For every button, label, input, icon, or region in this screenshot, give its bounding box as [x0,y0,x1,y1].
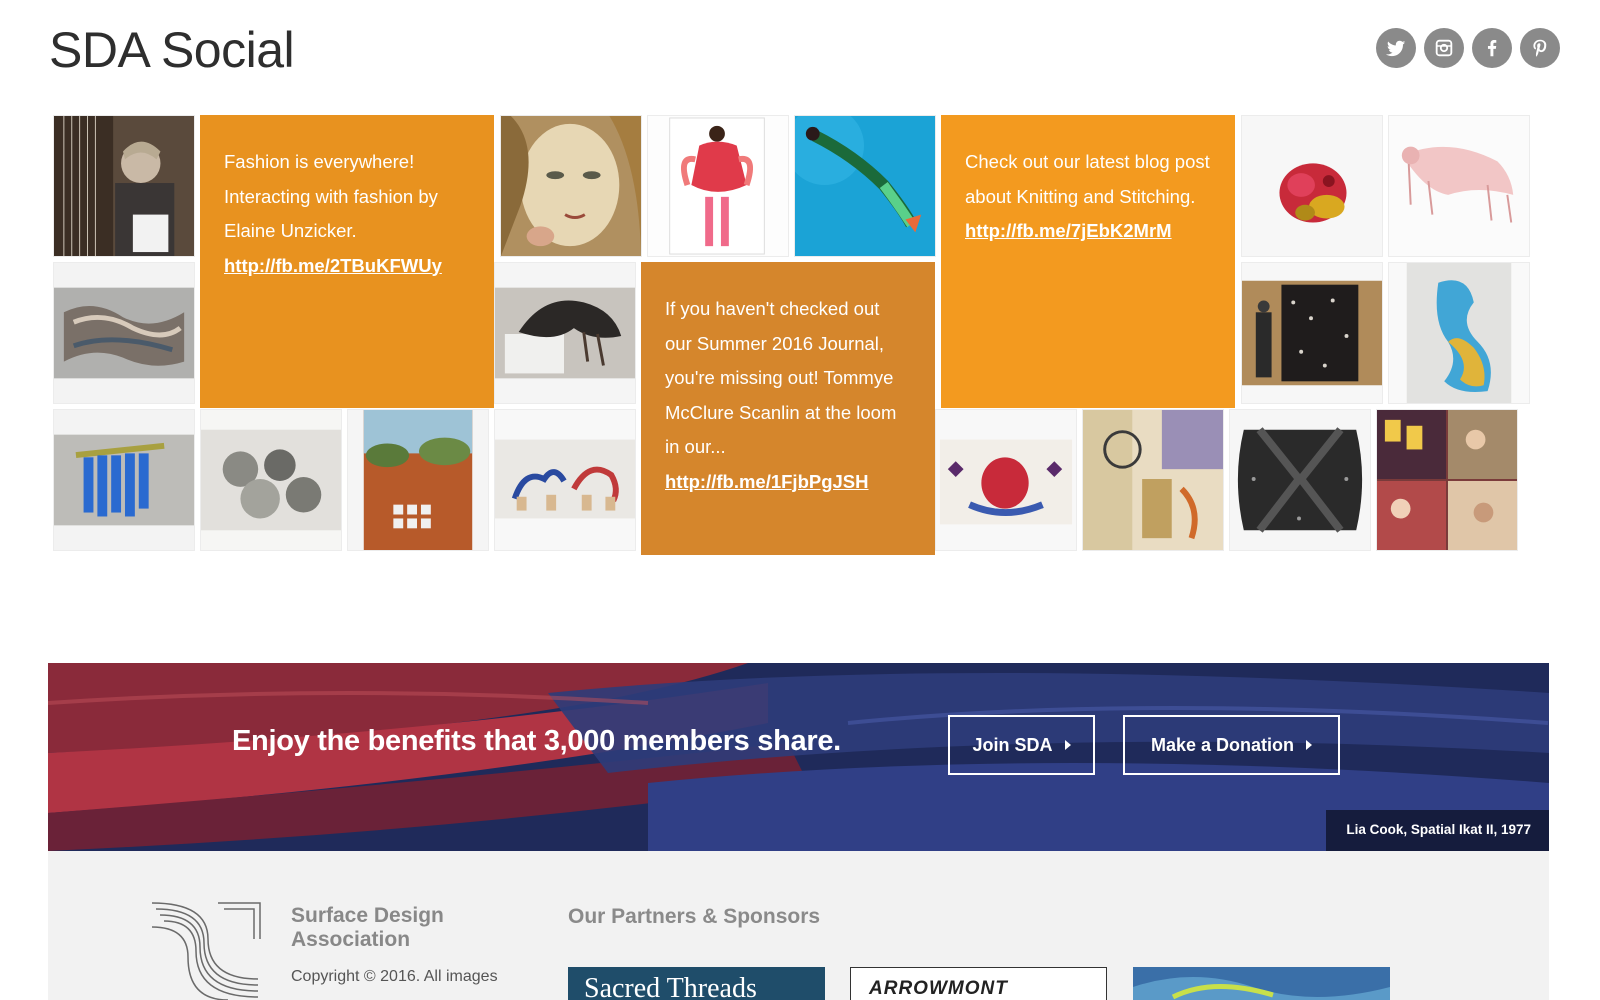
feed-image-sculpture-rock[interactable] [494,262,636,404]
banner-headline: Enjoy the benefits that 3,000 members sh… [232,725,841,757]
feed-image-red-brooch[interactable] [1241,115,1383,257]
image-caption: Lia Cook, Spatial Ikat II, 1977 [1326,810,1549,851]
partner-logo-3[interactable] [1133,967,1390,1000]
membership-banner: Enjoy the benefits that 3,000 members sh… [48,663,1549,851]
partner-name: Sacred Threads [584,973,757,1000]
facebook-post-blog: Check out our latest blog post about Kni… [941,115,1235,408]
facebook-post-journal: If you haven't checked out our Summer 20… [641,262,935,555]
partner-name: ARROWMONT [869,978,1008,999]
join-button-label: Join SDA [972,734,1053,755]
feed-image-red-dress[interactable] [647,115,789,257]
feed-image-desert[interactable] [347,409,489,551]
partners-heading: Our Partners & Sponsors [568,905,821,928]
feed-image-stitched-face[interactable] [500,115,642,257]
feed-image-weaver[interactable] [53,115,195,257]
copyright-text: Copyright © 2016. All images [291,968,498,985]
facebook-post-fashion: Fashion is everywhere! Interacting with … [200,115,494,408]
post-link[interactable]: http://fb.me/7jEbK2MrM [965,214,1211,249]
make-donation-button[interactable]: Make a Donation [1123,715,1340,775]
arrow-right-icon [1306,740,1313,750]
facebook-icon[interactable] [1472,28,1512,68]
social-header: SDA Social [49,22,1560,82]
feed-image-grey-knots[interactable] [200,409,342,551]
post-text: Fashion is everywhere! Interacting with … [224,151,438,241]
join-sda-button[interactable]: Join SDA [948,715,1095,775]
twitter-icon[interactable] [1376,28,1416,68]
feed-image-gallery-installation[interactable] [1241,262,1383,404]
feed-image-folded-fabric[interactable] [53,262,195,404]
partner-sacred-threads[interactable]: Sacred Threads [568,967,825,1000]
social-feed-grid: Fashion is everywhere! Interacting with … [53,115,1548,560]
pinterest-icon[interactable] [1520,28,1560,68]
sda-logo[interactable] [148,899,264,1000]
feed-image-blue-weaving[interactable] [53,409,195,551]
feed-image-lace-figure[interactable] [1388,115,1530,257]
post-link[interactable]: http://fb.me/1FjbPgJSH [665,465,911,500]
donate-button-label: Make a Donation [1150,734,1295,755]
instagram-icon[interactable] [1424,28,1464,68]
arrow-right-icon [1064,740,1071,750]
feed-image-abstract-painting[interactable] [1082,409,1224,551]
org-name: Surface Design Association [291,904,444,951]
social-links [1376,28,1560,68]
post-link[interactable]: http://fb.me/2TBuKFWUy [224,249,470,284]
feed-image-embroidered-figure[interactable] [935,409,1077,551]
site-footer: Surface Design Association Copyright © 2… [48,851,1549,1000]
partner-arrowmont[interactable]: ARROWMONT [850,967,1107,1000]
feed-image-mermaid[interactable] [794,115,936,257]
post-text: If you haven't checked out our Summer 20… [665,298,897,457]
post-text: Check out our latest blog post about Kni… [965,151,1210,207]
feed-image-small-sculptures[interactable] [494,409,636,551]
feed-image-group-photos[interactable] [1376,409,1518,551]
feed-image-blue-sculpture[interactable] [1388,262,1530,404]
page-title: SDA Social [49,22,295,78]
feed-image-black-basket[interactable] [1229,409,1371,551]
